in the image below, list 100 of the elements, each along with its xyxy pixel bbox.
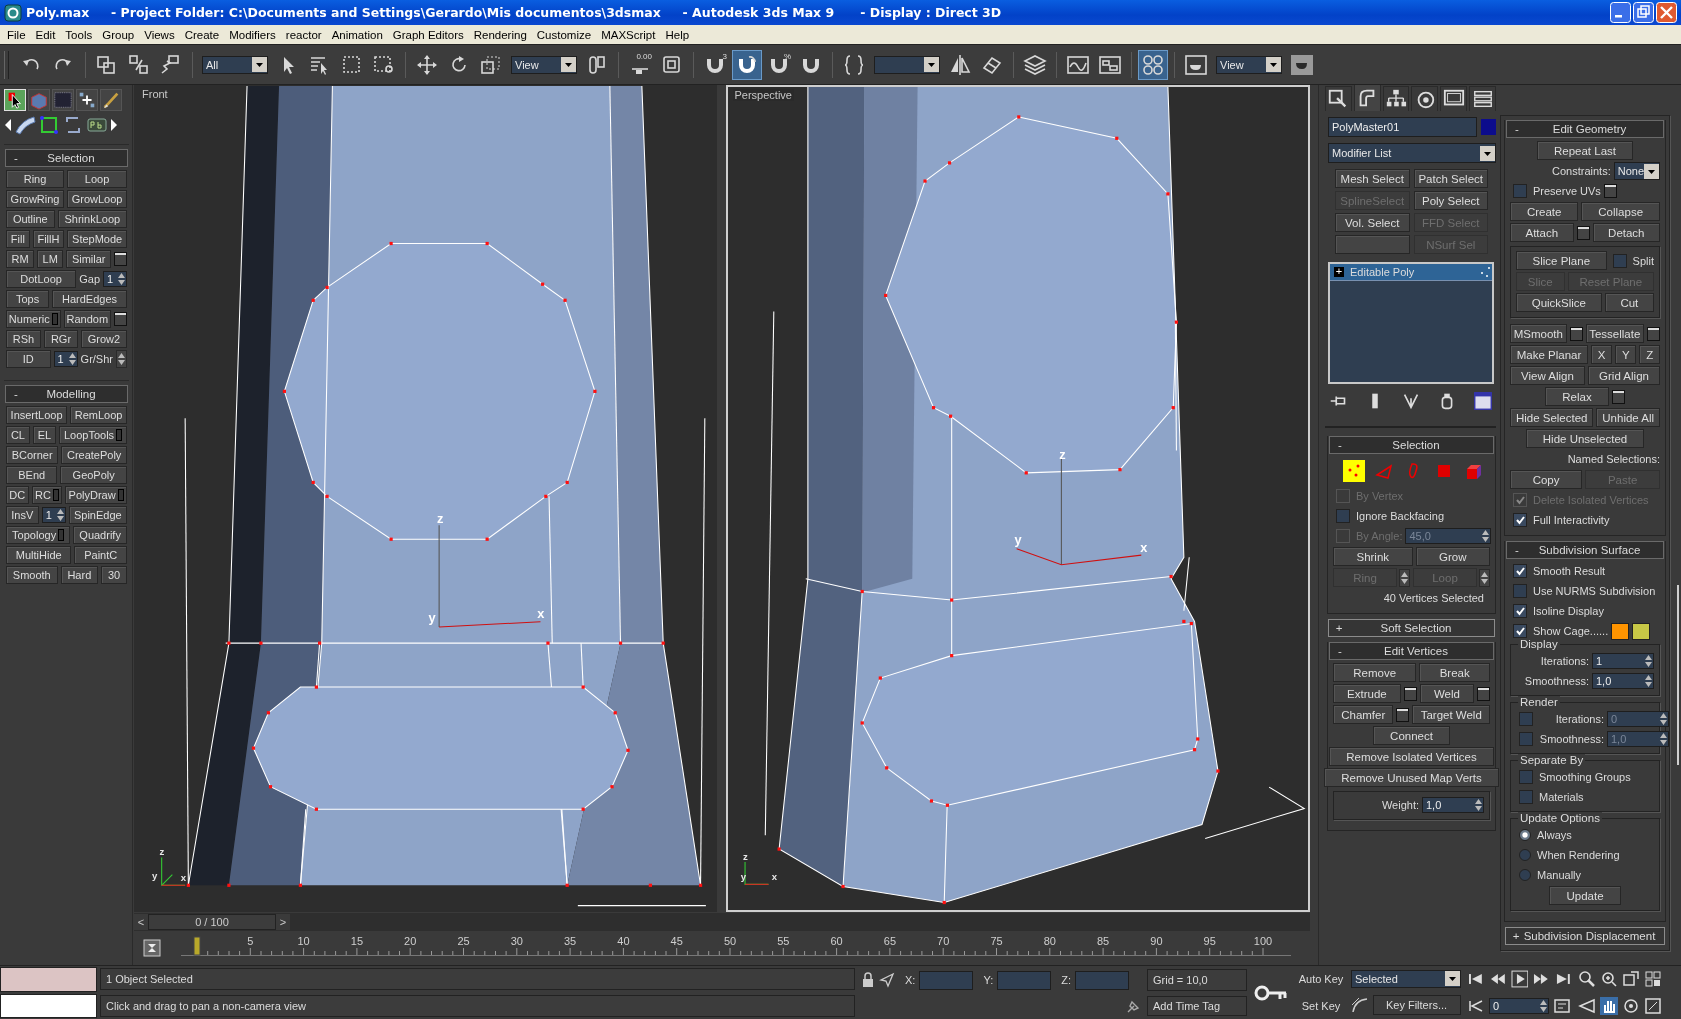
tool-button[interactable]: Chamfer — [1333, 705, 1394, 724]
spinner-arrows-icon[interactable] — [1474, 797, 1483, 813]
modifier-button[interactable]: Vol. Select — [1335, 213, 1410, 232]
dots-plus-icon[interactable] — [76, 89, 98, 111]
tool-button[interactable]: EL — [32, 426, 57, 444]
tool-button[interactable]: Quadrify — [73, 526, 127, 544]
spinner-arrows-icon[interactable] — [117, 271, 126, 287]
curve-tangent-icon[interactable] — [1351, 996, 1369, 1015]
tool-button[interactable]: Numeric — [6, 310, 61, 328]
spinner-arrows-icon[interactable] — [67, 351, 77, 367]
rollout-header[interactable]: + Subdivision Displacement — [1505, 927, 1665, 945]
rollout-header[interactable]: - Modelling — [5, 385, 128, 403]
menu-item[interactable]: Modifiers — [224, 28, 281, 41]
spinner-arrows-icon[interactable] — [1539, 997, 1548, 1014]
square-frame-icon[interactable] — [38, 114, 60, 136]
menu-item[interactable]: Group — [97, 28, 140, 41]
magnet-icon[interactable] — [732, 49, 762, 80]
play-icon[interactable] — [1510, 970, 1529, 989]
tool-button[interactable]: RGr — [44, 330, 78, 348]
menu-item[interactable]: Help — [660, 28, 695, 41]
options-button[interactable] — [1647, 326, 1660, 341]
tool-button[interactable]: X — [1591, 345, 1613, 364]
coordinate-field[interactable] — [997, 970, 1052, 990]
tool-button[interactable]: MultiHide — [6, 546, 72, 564]
spinner-field[interactable]: 1,0 — [1592, 673, 1654, 689]
time-tag-button[interactable]: Add Time Tag — [1147, 996, 1247, 1017]
menu-item[interactable]: Customize — [531, 28, 597, 41]
tool-button[interactable]: Target Weld — [1412, 705, 1490, 724]
four-boxes-icon[interactable] — [1644, 970, 1662, 989]
tool-button[interactable]: Tessellate — [1585, 324, 1644, 343]
viewport[interactable]: Front z y x z y x — [134, 85, 717, 912]
spinner-arrows-icon[interactable] — [1644, 673, 1653, 689]
magnifier-plus-icon[interactable] — [1600, 970, 1618, 989]
tool-button[interactable]: StepMode — [67, 230, 127, 248]
options-button[interactable] — [1477, 686, 1490, 701]
options-button[interactable] — [1569, 326, 1583, 341]
bent-pipe-tab[interactable] — [1353, 85, 1381, 111]
tool-button[interactable]: SpinEdge — [68, 506, 127, 524]
tool-button[interactable]: GeoPoly — [60, 466, 127, 484]
menu-item[interactable]: reactor — [280, 28, 327, 41]
checkbox[interactable] — [1513, 604, 1527, 618]
tool-button[interactable]: Connect — [1373, 726, 1450, 745]
tool-button[interactable]: 30 — [101, 566, 127, 584]
cursor-arrow-icon[interactable] — [879, 972, 895, 988]
tool-button[interactable]: Weld — [1419, 684, 1474, 703]
tool-button[interactable]: View Align — [1510, 366, 1585, 385]
tool-button[interactable]: Loop — [67, 170, 127, 188]
brush-icon[interactable] — [100, 89, 122, 111]
rollout-header[interactable]: - Selection — [5, 149, 128, 167]
rollout-header[interactable]: - Edit Vertices — [1329, 642, 1494, 660]
tool-button[interactable]: Y — [1615, 345, 1637, 364]
tool-button[interactable]: Grid Align — [1588, 366, 1660, 385]
tool-button[interactable]: RM — [6, 250, 35, 268]
menu-item[interactable]: File — [2, 28, 31, 41]
tool-button[interactable]: Create — [1510, 202, 1579, 221]
menu-item[interactable]: Views — [139, 28, 180, 41]
tool-button[interactable]: LoopTools — [59, 426, 127, 444]
checkbox[interactable] — [1513, 513, 1527, 527]
tool-button[interactable]: Slice Plane — [1516, 251, 1607, 270]
menu-item[interactable]: Create — [179, 28, 225, 41]
stacked-bars-tab[interactable] — [1469, 86, 1496, 111]
options-button[interactable] — [1603, 184, 1617, 198]
tool-button[interactable]: Collapse — [1581, 202, 1660, 221]
viewport-label[interactable]: Front — [140, 88, 170, 100]
minimize-button[interactable] — [1610, 2, 1631, 23]
tool-button[interactable]: Break — [1419, 663, 1490, 682]
pointer-icon[interactable] — [4, 89, 26, 111]
menu-item[interactable]: Rendering — [468, 28, 532, 41]
menu-item[interactable]: Edit — [30, 28, 61, 41]
dropdown-field[interactable]: None — [1613, 162, 1660, 180]
checkbox[interactable] — [1513, 184, 1527, 198]
tool-button[interactable]: Random — [63, 310, 111, 328]
expand-toggle[interactable]: + — [1334, 267, 1344, 277]
four-spheres-icon[interactable] — [1138, 49, 1168, 80]
tool-button[interactable]: Copy — [1510, 470, 1583, 489]
key-mode-dropdown[interactable]: Selected — [1351, 969, 1461, 988]
checkbox[interactable] — [1519, 712, 1533, 726]
maximize-toggle-icon[interactable] — [1644, 996, 1662, 1015]
tool-button[interactable]: Hard — [60, 566, 99, 584]
vertex-dots-icon[interactable] — [1343, 460, 1365, 482]
color-swatch[interactable] — [1632, 622, 1651, 640]
tool-button[interactable]: Remove Isolated Vertices — [1329, 747, 1494, 766]
tool-button[interactable]: CreatePoly — [61, 446, 127, 464]
modifier-button[interactable]: Mesh Select — [1335, 169, 1410, 188]
tool-button[interactable]: RSh — [6, 330, 42, 348]
tool-button[interactable]: Cut — [1604, 293, 1654, 312]
checkbox[interactable] — [1612, 253, 1627, 268]
timeline-ruler[interactable] — [181, 947, 1292, 956]
options-button[interactable] — [1611, 389, 1625, 404]
close-button[interactable] — [1656, 2, 1677, 23]
tool-button[interactable]: Relax — [1545, 387, 1609, 406]
tool-button[interactable]: Remove — [1333, 663, 1417, 682]
tool-button[interactable]: RemLoop — [70, 406, 127, 424]
menu-item[interactable]: Tools — [60, 28, 98, 41]
monitor-tab[interactable] — [1440, 86, 1468, 111]
options-button[interactable] — [114, 252, 127, 266]
tool-button[interactable]: Unhide All — [1596, 408, 1660, 427]
modifier-button[interactable]: Poly Select — [1413, 191, 1488, 210]
options-button[interactable] — [1396, 707, 1410, 722]
spinner-field[interactable]: 1 — [41, 507, 66, 523]
